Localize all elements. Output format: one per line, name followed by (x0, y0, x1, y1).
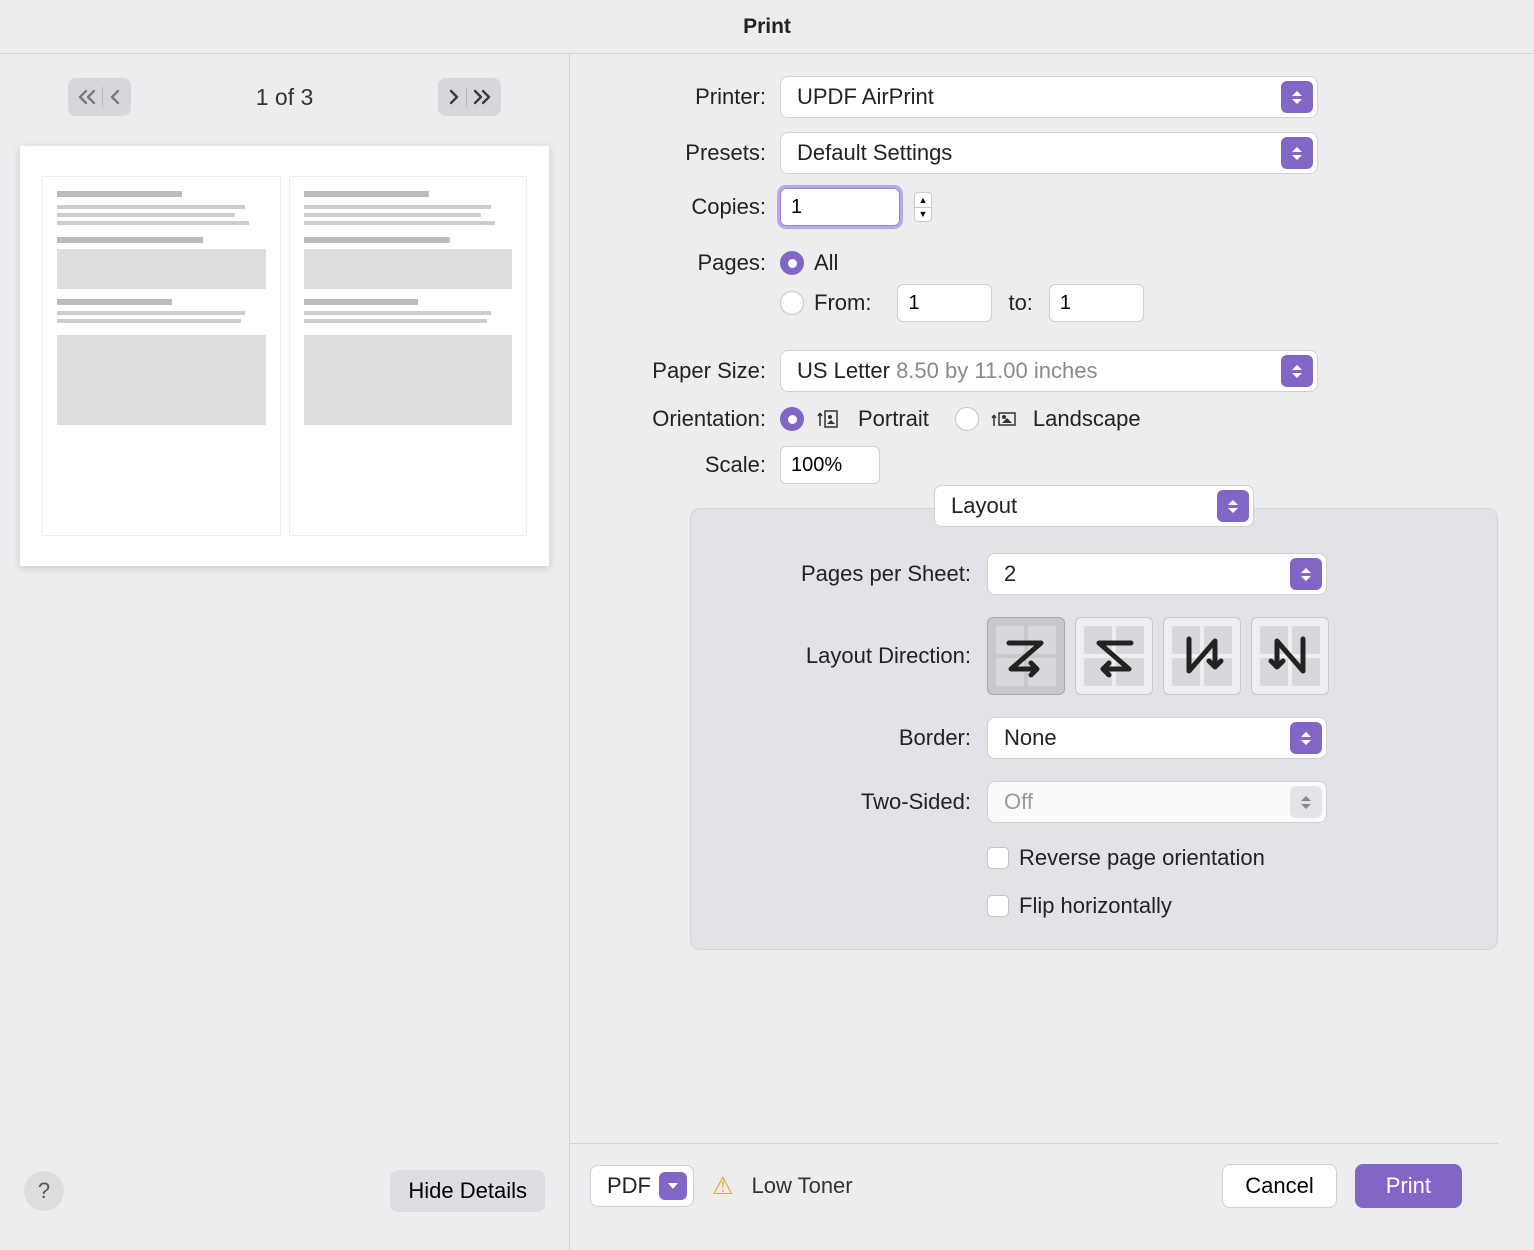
scale-input[interactable] (780, 446, 880, 484)
flip-horizontally-checkbox[interactable] (987, 895, 1009, 917)
border-value: None (1004, 725, 1057, 751)
chevron-updown-icon (1281, 355, 1313, 387)
two-sided-value: Off (1004, 789, 1033, 815)
orientation-landscape-radio[interactable] (955, 407, 979, 431)
panel-select[interactable]: Layout (934, 485, 1254, 527)
landscape-icon (991, 408, 1017, 430)
preview-thumb-2 (289, 176, 528, 536)
border-label: Border: (727, 725, 987, 751)
pages-per-sheet-value: 2 (1004, 561, 1016, 587)
chevron-updown-icon (1290, 786, 1322, 818)
orientation-portrait-label: Portrait (858, 406, 929, 432)
layout-direction-2[interactable] (1075, 617, 1153, 695)
last-page-icon (473, 89, 491, 105)
chevron-updown-icon (1290, 558, 1322, 590)
paper-size-select[interactable]: US Letter 8.50 by 11.00 inches (780, 350, 1318, 392)
copies-input[interactable] (780, 188, 900, 226)
preview-thumb-1 (42, 176, 281, 536)
first-page-icon (78, 89, 96, 105)
pages-from-label: From: (814, 290, 871, 316)
presets-value: Default Settings (797, 140, 952, 166)
window-title: Print (0, 0, 1534, 54)
settings-pane: Printer: UPDF AirPrint Presets: Default … (570, 54, 1534, 1250)
reverse-orientation-label: Reverse page orientation (1019, 845, 1265, 871)
hide-details-button[interactable]: Hide Details (390, 1170, 545, 1212)
settings-footer: PDF ⚠︎ Low Toner Cancel Print (570, 1143, 1498, 1232)
pages-label: Pages: (570, 250, 780, 276)
pages-from-input[interactable] (897, 284, 992, 322)
prev-page-icon (109, 89, 121, 105)
pdf-label: PDF (607, 1173, 651, 1199)
printer-select[interactable]: UPDF AirPrint (780, 76, 1318, 118)
reverse-orientation-checkbox[interactable] (987, 847, 1009, 869)
presets-label: Presets: (570, 140, 780, 166)
printer-label: Printer: (570, 84, 780, 110)
chevron-updown-icon (1217, 490, 1249, 522)
portrait-icon (816, 408, 842, 430)
print-button[interactable]: Print (1355, 1164, 1462, 1208)
pages-all-label: All (814, 250, 838, 276)
presets-select[interactable]: Default Settings (780, 132, 1318, 174)
pages-per-sheet-select[interactable]: 2 (987, 553, 1327, 595)
preview-sheet (20, 146, 549, 566)
warning-icon: ⚠︎ (712, 1172, 734, 1201)
help-button[interactable]: ? (24, 1171, 64, 1211)
pages-range-radio[interactable] (780, 291, 804, 315)
warning-text: Low Toner (752, 1173, 853, 1199)
scale-label: Scale: (570, 452, 780, 478)
border-select[interactable]: None (987, 717, 1327, 759)
printer-value: UPDF AirPrint (797, 84, 934, 110)
orientation-landscape-label: Landscape (1033, 406, 1141, 432)
pages-to-label: to: (1008, 290, 1032, 316)
chevron-updown-icon (1281, 81, 1313, 113)
cancel-button[interactable]: Cancel (1222, 1164, 1336, 1208)
layout-section: Layout Pages per Sheet: 2 Layout Directi… (690, 508, 1498, 950)
page-indicator: 1 of 3 (256, 84, 314, 111)
two-sided-label: Two-Sided: (727, 789, 987, 815)
orientation-portrait-radio[interactable] (780, 407, 804, 431)
paper-size-label: Paper Size: (570, 358, 780, 384)
layout-direction-4[interactable] (1251, 617, 1329, 695)
panel-value: Layout (951, 493, 1017, 519)
stepper-up-icon[interactable]: ▲ (914, 192, 932, 207)
pages-per-sheet-label: Pages per Sheet: (727, 561, 987, 587)
copies-stepper[interactable]: ▲ ▼ (914, 192, 932, 222)
layout-direction-label: Layout Direction: (727, 643, 987, 669)
layout-direction-1[interactable] (987, 617, 1065, 695)
pages-to-input[interactable] (1049, 284, 1144, 322)
next-page-buttons[interactable] (438, 78, 501, 116)
chevron-updown-icon (1281, 137, 1313, 169)
paper-size-value: US Letter 8.50 by 11.00 inches (797, 358, 1097, 384)
preview-pane: 1 of 3 ? Hide Details (0, 54, 570, 1250)
layout-direction-3[interactable] (1163, 617, 1241, 695)
copies-label: Copies: (570, 194, 780, 220)
chevron-down-icon (659, 1172, 687, 1200)
chevron-updown-icon (1290, 722, 1322, 754)
two-sided-select: Off (987, 781, 1327, 823)
orientation-label: Orientation: (570, 406, 780, 432)
pages-all-radio[interactable] (780, 251, 804, 275)
flip-horizontally-label: Flip horizontally (1019, 893, 1172, 919)
stepper-down-icon[interactable]: ▼ (914, 207, 932, 222)
pdf-dropdown[interactable]: PDF (590, 1165, 694, 1207)
prev-page-buttons[interactable] (68, 78, 131, 116)
next-page-icon (448, 89, 460, 105)
